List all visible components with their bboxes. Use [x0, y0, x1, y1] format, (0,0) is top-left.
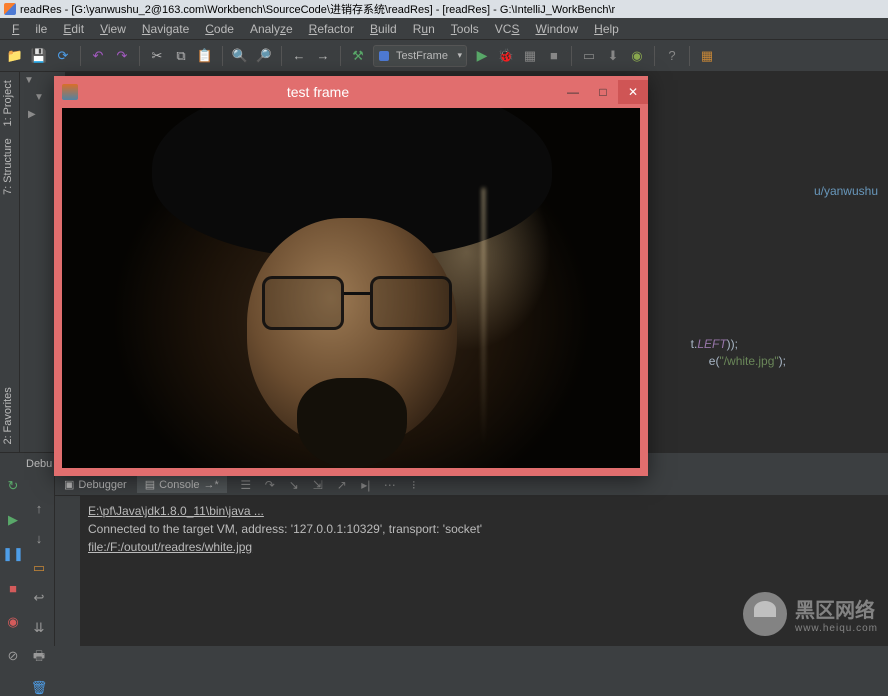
clear-icon[interactable]: 🗑 [31, 680, 47, 696]
debug-gutter: ↻ ▶ ❚❚ ■ ◉ ⊘ ↑ ↓ ▭ ↩ ⇊ 🖶 🗑 [0, 474, 55, 646]
forward-icon[interactable]: → [314, 47, 332, 65]
copy-icon[interactable]: ⧉ [172, 47, 190, 65]
test-frame-window[interactable]: test frame — □ ✕ [54, 76, 648, 476]
menu-window[interactable]: Window [527, 20, 586, 38]
debug-tool-window: Debu ▣ Debugger ▤ Console →* ☰ ↷ ↘ ⇲ ↗ ▸… [0, 452, 888, 646]
more-icon[interactable]: ⁝ [407, 478, 421, 492]
debugger-tab[interactable]: ▣ Debugger [56, 476, 135, 493]
console-line: file:/F:/outout/readres/white.jpg [88, 538, 880, 556]
scroll-icon[interactable]: ⇊ [31, 620, 47, 636]
forcestep-icon[interactable]: ⇲ [311, 478, 325, 492]
avd-icon[interactable]: ▭ [580, 47, 598, 65]
evaluate-icon[interactable]: ⋯ [383, 478, 397, 492]
favorites-tool-tab[interactable]: 2: Favorites [0, 383, 16, 448]
menu-edit[interactable]: Edit [55, 20, 92, 38]
menu-vcs[interactable]: VCS [487, 20, 528, 38]
menu-tools[interactable]: Tools [443, 20, 487, 38]
find-icon[interactable]: 🔍 [231, 47, 249, 65]
console-line: E:\pf\Java\jdk1.8.0_11\bin\java ... [88, 502, 880, 520]
breakpoints-icon[interactable]: ◉ [5, 614, 21, 630]
code-fragment: u/yanwushu [814, 184, 878, 199]
debug-tool-tab[interactable]: Debu [20, 458, 58, 470]
menu-analyze[interactable]: Analyze [242, 20, 301, 38]
stepout-icon[interactable]: ↗ [335, 478, 349, 492]
runto-icon[interactable]: ▸| [359, 478, 373, 492]
menu-bar: File Edit View Navigate Code Analyze Ref… [0, 18, 888, 40]
undo-icon[interactable]: ↶ [89, 47, 107, 65]
mute-icon[interactable]: ⊘ [5, 648, 21, 664]
window-title-bar: readRes - [G:\yanwushu_2@163.com\Workben… [0, 0, 888, 18]
image-content [62, 108, 640, 468]
menu-refactor[interactable]: Refactor [301, 20, 362, 38]
cut-icon[interactable]: ✂ [148, 47, 166, 65]
back-icon[interactable]: ← [290, 47, 308, 65]
stop-icon[interactable]: ■ [545, 47, 563, 65]
menu-view[interactable]: View [92, 20, 134, 38]
resume-icon[interactable]: ▶ [5, 512, 21, 528]
structure-tool-tab[interactable]: 7: Structure [0, 134, 16, 199]
stepinto-icon[interactable]: ↘ [287, 478, 301, 492]
menu-run[interactable]: Run [405, 20, 443, 38]
close-button[interactable]: ✕ [618, 80, 648, 104]
popup-title: test frame [78, 84, 558, 100]
menu-file[interactable]: File [4, 20, 55, 38]
sdk-icon[interactable]: ⬇ [604, 47, 622, 65]
filter-icon[interactable]: ▭ [31, 560, 47, 576]
menu-code[interactable]: Code [197, 20, 242, 38]
replace-icon[interactable]: 🔎 [255, 47, 273, 65]
save-icon[interactable]: 💾 [30, 47, 48, 65]
menu-help[interactable]: Help [586, 20, 627, 38]
tool-icon[interactable]: ▦ [698, 47, 716, 65]
code-fragment: t.LEFT)); [691, 337, 738, 352]
left-tool-tabs: 1: Project 7: Structure 2: Favorites [0, 72, 20, 452]
up-icon[interactable]: ↑ [31, 500, 47, 516]
window-title: readRes - [G:\yanwushu_2@163.com\Workben… [20, 1, 615, 17]
android-icon[interactable]: ◉ [628, 47, 646, 65]
refresh-icon[interactable]: ⟳ [54, 47, 72, 65]
wrap-icon[interactable]: ↩ [31, 590, 47, 606]
down-icon[interactable]: ↓ [31, 530, 47, 546]
menu-navigate[interactable]: Navigate [134, 20, 197, 38]
project-tool-tab[interactable]: 1: Project [0, 76, 16, 130]
build-icon[interactable]: ⚒ [349, 47, 367, 65]
popup-title-bar[interactable]: test frame — □ ✕ [54, 76, 648, 108]
run-config-selector[interactable]: TestFrame [373, 45, 467, 67]
stepover-icon[interactable]: ↷ [263, 478, 277, 492]
menu-build[interactable]: Build [362, 20, 405, 38]
open-icon[interactable]: 📁 [6, 47, 24, 65]
minimize-button[interactable]: — [558, 80, 588, 104]
java-icon [62, 84, 78, 100]
run-icon[interactable]: ▶ [473, 47, 491, 65]
help-icon[interactable]: ? [663, 47, 681, 65]
rerun-icon[interactable]: ↻ [5, 478, 21, 494]
code-fragment: e("/white.jpg"); [709, 354, 786, 369]
main-toolbar: 📁 💾 ⟳ ↶ ↷ ✂ ⧉ 📋 🔍 🔎 ← → ⚒ TestFrame ▶ 🐞 … [0, 40, 888, 72]
intellij-logo-icon [4, 3, 16, 15]
coverage-icon[interactable]: ▦ [521, 47, 539, 65]
console-tab[interactable]: ▤ Console →* [137, 476, 227, 493]
maximize-button[interactable]: □ [588, 80, 618, 104]
console-output[interactable]: E:\pf\Java\jdk1.8.0_11\bin\java ... Conn… [80, 496, 888, 646]
debug-icon[interactable]: 🐞 [497, 47, 515, 65]
print-icon[interactable]: 🖶 [31, 650, 47, 666]
stop-icon[interactable]: ■ [5, 580, 21, 596]
redo-icon[interactable]: ↷ [113, 47, 131, 65]
pause-icon[interactable]: ❚❚ [5, 546, 21, 562]
frames-icon[interactable]: ☰ [239, 478, 253, 492]
paste-icon[interactable]: 📋 [196, 47, 214, 65]
console-line: Connected to the target VM, address: '12… [88, 520, 880, 538]
